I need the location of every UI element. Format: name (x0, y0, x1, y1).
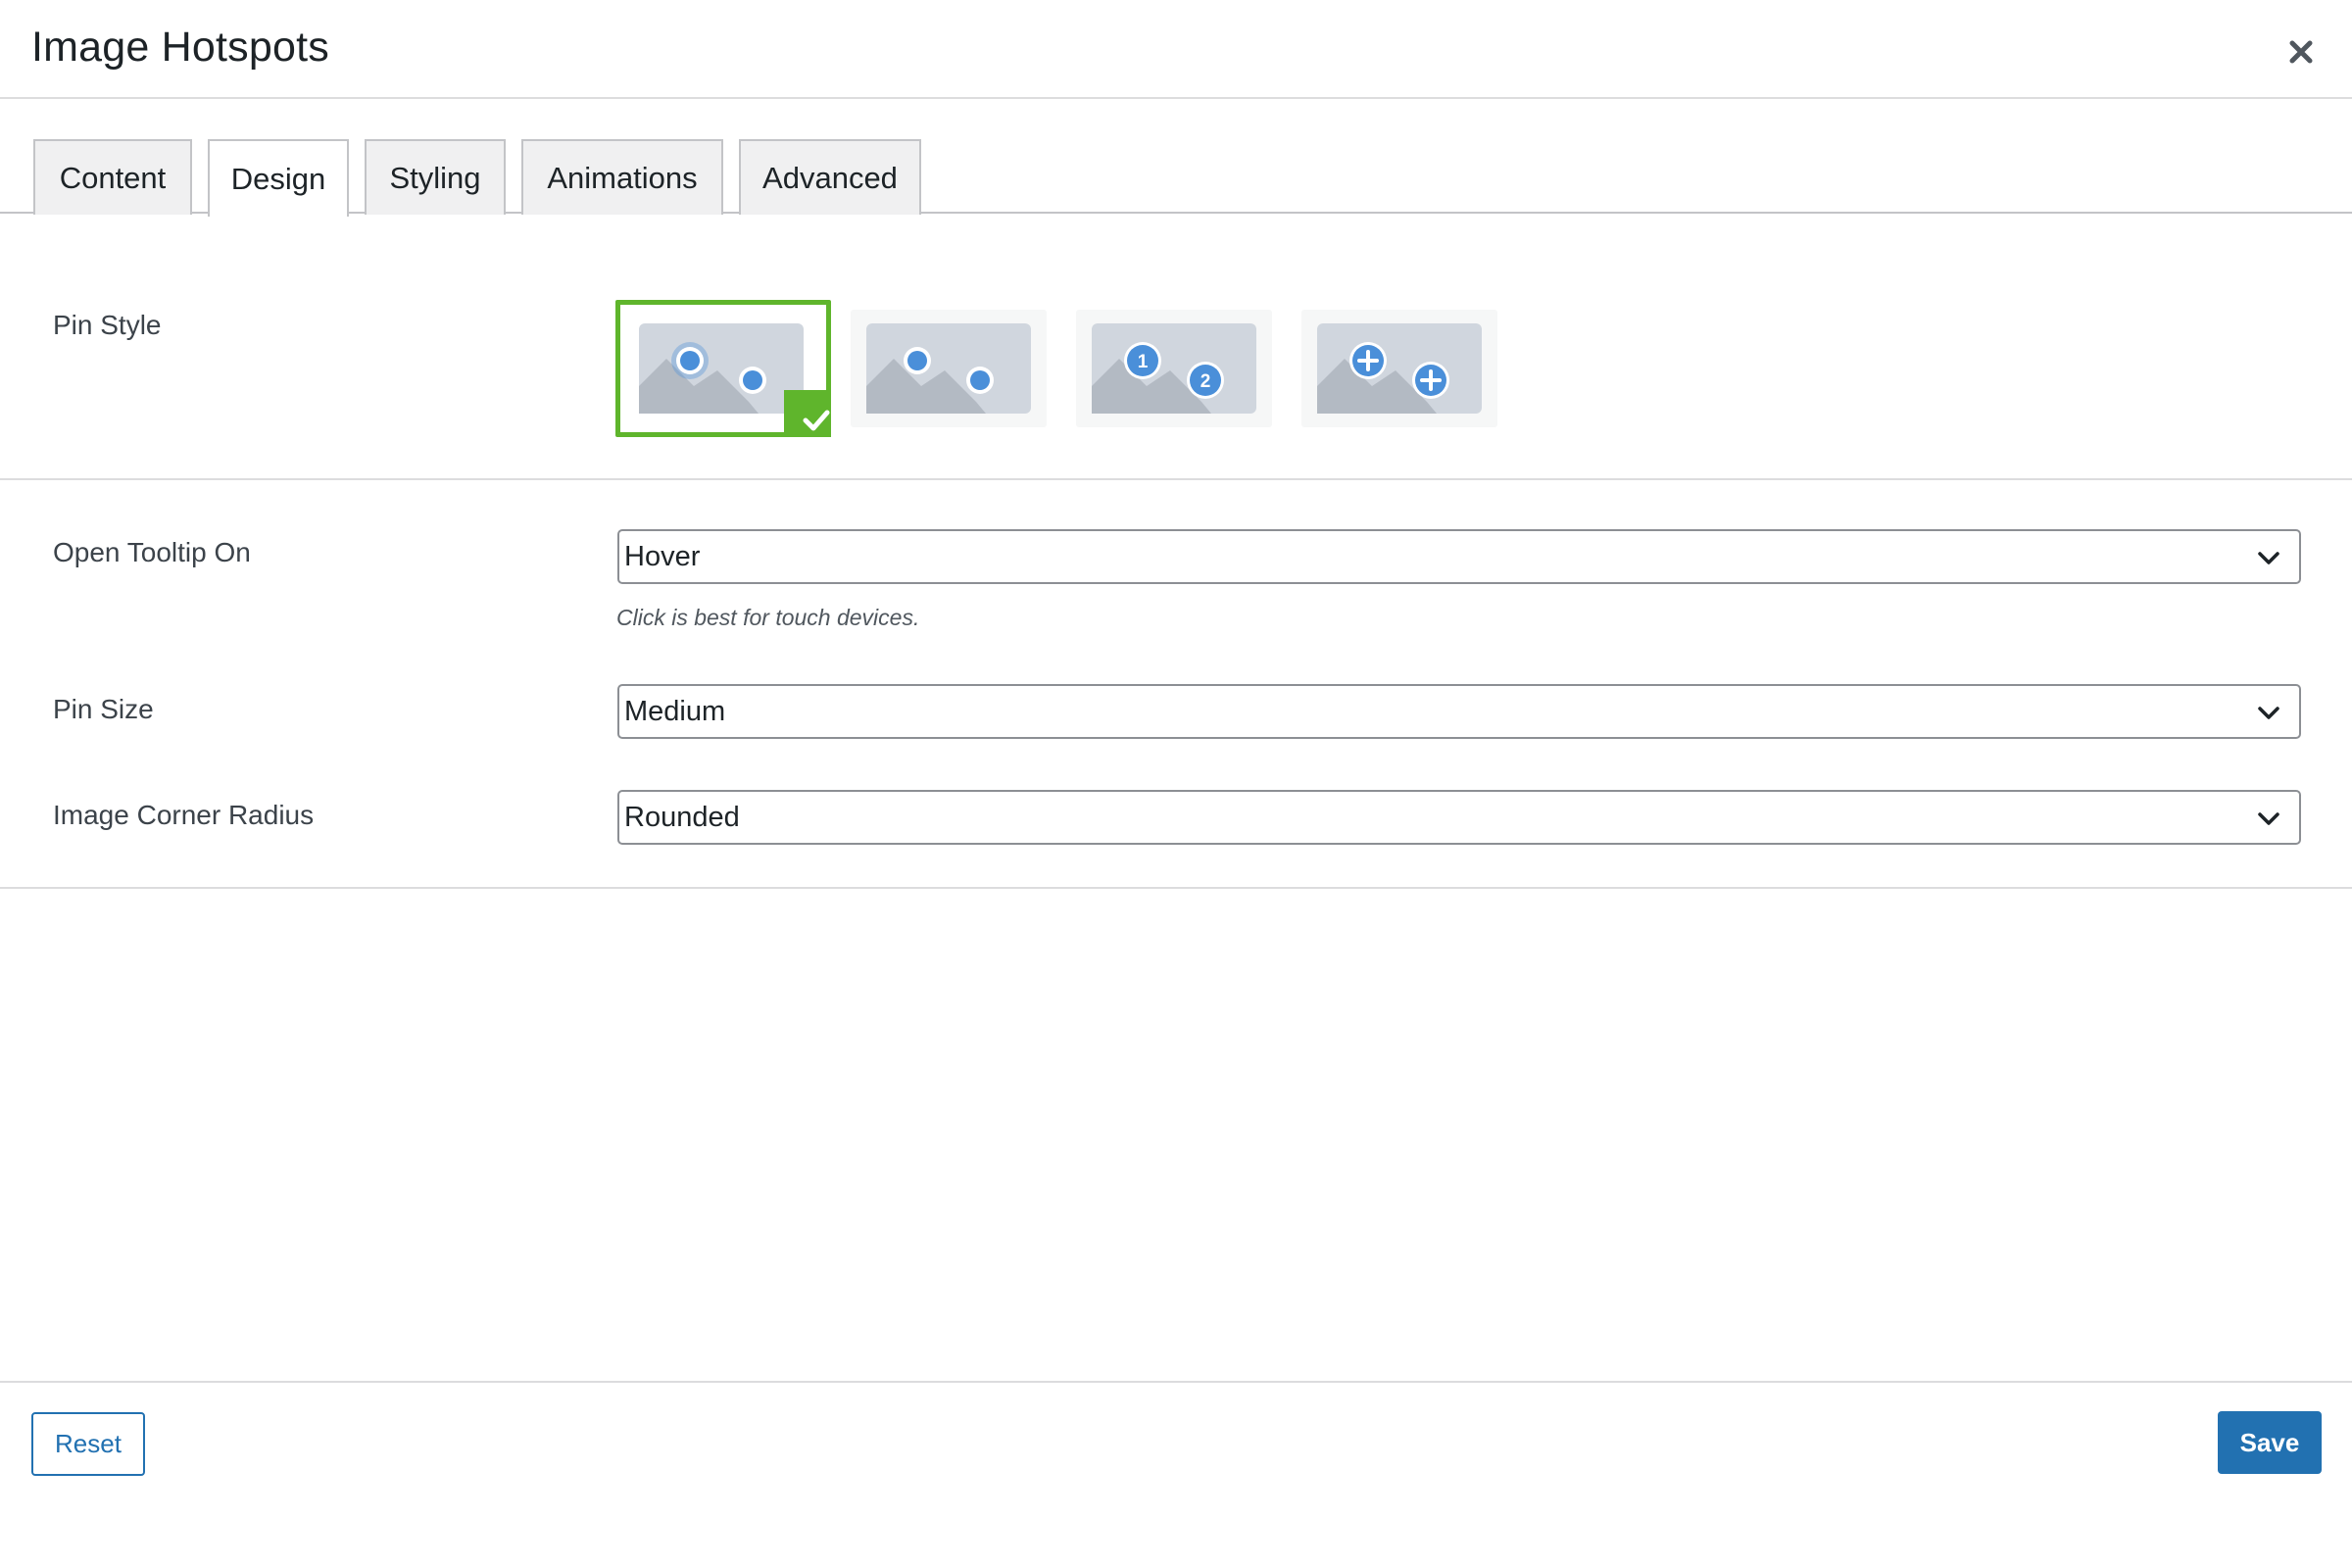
section-divider (0, 887, 2352, 889)
save-button[interactable]: Save (2218, 1411, 2322, 1474)
open-tooltip-label: Open Tooltip On (53, 537, 251, 567)
tab-bar: Content Design Styling Animations Advanc… (0, 137, 2352, 217)
pin-style-numbered-option[interactable]: 1 2 (1076, 310, 1272, 427)
tab-content[interactable]: Content (33, 139, 192, 215)
pin-number-2: 2 (1200, 371, 1211, 392)
pin-size-label: Pin Size (53, 694, 154, 724)
pin-style-plus-option[interactable] (1301, 310, 1497, 427)
pin-style-dot-option[interactable] (851, 310, 1047, 427)
selected-check-badge (784, 390, 831, 437)
tab-animations[interactable]: Animations (521, 139, 723, 215)
pin-number-1: 1 (1138, 352, 1149, 372)
dialog-header: Image Hotspots (0, 0, 2352, 99)
tab-advanced[interactable]: Advanced (739, 139, 921, 215)
chevron-down-icon (2258, 552, 2279, 564)
footer-divider (0, 1381, 2352, 1383)
corner-radius-label: Image Corner Radius (53, 800, 315, 830)
pin-style-plus-icon (1317, 323, 1482, 414)
pin-style-dot-icon (866, 323, 1031, 414)
pin-size-value: Medium (624, 695, 726, 727)
pin-style-numbered-icon: 1 2 (1092, 323, 1256, 414)
reset-button[interactable]: Reset (31, 1412, 145, 1476)
image-hotspots-dialog: Image Hotspots Content Design Styling An… (0, 0, 2352, 1568)
pin-style-label: Pin Style (53, 310, 162, 340)
section-divider (0, 478, 2352, 480)
close-button[interactable] (2279, 30, 2323, 74)
dialog-title: Image Hotspots (31, 24, 329, 71)
corner-radius-value: Rounded (624, 801, 740, 833)
chevron-down-icon (2258, 812, 2279, 825)
open-tooltip-select[interactable]: Hover (617, 529, 2301, 584)
checkmark-icon (803, 410, 830, 431)
pin-size-select[interactable]: Medium (617, 684, 2301, 739)
tab-styling[interactable]: Styling (365, 139, 506, 215)
tab-design[interactable]: Design (208, 139, 349, 217)
corner-radius-select[interactable]: Rounded (617, 790, 2301, 845)
open-tooltip-help-text: Click is best for touch devices. (616, 605, 920, 630)
close-icon (2289, 40, 2313, 64)
chevron-down-icon (2258, 707, 2279, 719)
pin-style-ring-dot-option[interactable] (615, 300, 831, 437)
open-tooltip-value: Hover (624, 540, 701, 572)
pin-style-ring-dot-icon (639, 323, 804, 414)
